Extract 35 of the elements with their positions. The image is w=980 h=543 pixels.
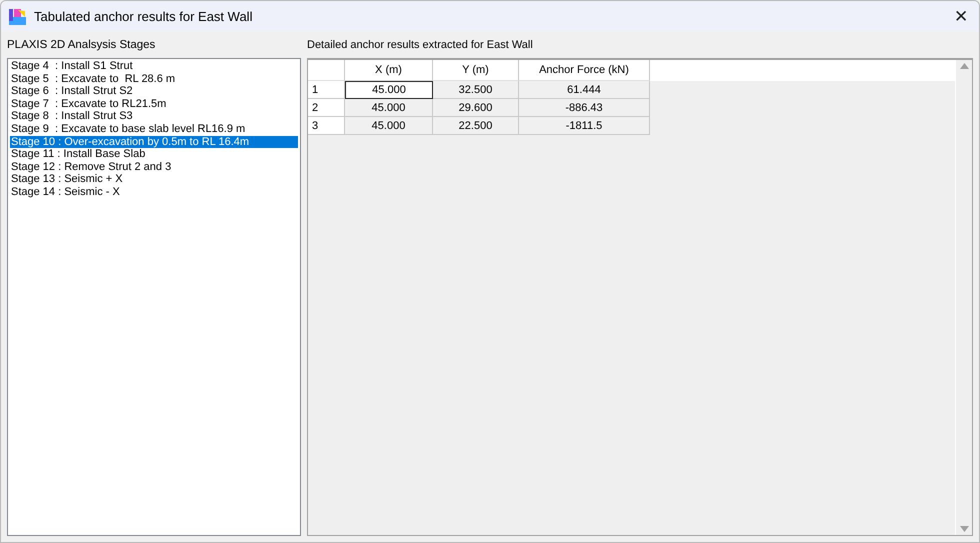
stage-item[interactable]: Stage 10 : Over-excavation by 0.5m to RL 16.4m	[10, 136, 298, 148]
stage-item[interactable]: Stage 12 : Remove Strut 2 and 3	[10, 160, 298, 174]
scroll-bar[interactable]	[955, 60, 972, 535]
corner-header	[308, 60, 345, 81]
stage-item[interactable]: Stage 14 : Seismic - X	[10, 186, 298, 199]
table-cell[interactable]: 45.000	[345, 81, 433, 99]
panel-label: PLAXIS 2D Analsysis Stages	[7, 39, 156, 53]
stage-item[interactable]: Stage 13 : Seismic + X	[10, 173, 298, 186]
stage-item[interactable]: Stage 9 : Excavate to base slab level RL16.9 m	[10, 122, 298, 136]
column-header[interactable]: Y (m)	[433, 60, 519, 81]
column-header[interactable]: Anchor Force (kN)	[519, 60, 650, 81]
table-cell[interactable]: 61.444	[519, 81, 650, 99]
stage-item[interactable]: Stage 8 : Install Strut S3	[10, 110, 298, 123]
scroll-down-icon[interactable]	[960, 526, 968, 532]
stage-item[interactable]: Stage 7 : Excavate to RL21.5m	[10, 98, 298, 110]
table-cell[interactable]: 22.500	[433, 117, 519, 135]
table-cell[interactable]: 32.500	[433, 81, 519, 99]
row-header[interactable]: 1	[308, 81, 345, 99]
close-button[interactable]: ✕	[946, 1, 976, 31]
scroll-up-icon[interactable]	[960, 63, 968, 69]
table-cell[interactable]: -1811.5	[519, 117, 650, 135]
table-cell[interactable]: -886.43	[519, 99, 650, 117]
stage-item[interactable]: Stage 6 : Install Strut S2	[10, 85, 298, 98]
panel-label: Detailed anchor results extracted for East Wall	[307, 39, 534, 53]
stage-item[interactable]: Stage 11 : Install Base Slab	[10, 148, 298, 161]
table-cell[interactable]: 45.000	[345, 99, 433, 117]
stage-item[interactable]: Stage 4 : Install S1 Strut	[10, 60, 298, 73]
window-title: Tabulated anchor results for East Wall	[34, 8, 254, 24]
column-header[interactable]: X (m)	[345, 60, 433, 81]
stage-item[interactable]: Stage 5 : Excavate to RL 28.6 m	[10, 72, 298, 86]
table-cell[interactable]: 29.600	[433, 99, 519, 117]
row-header[interactable]: 3	[308, 117, 345, 135]
table-cell[interactable]: 45.000	[345, 117, 433, 135]
app-icon	[9, 8, 26, 24]
row-header[interactable]: 2	[308, 99, 345, 117]
